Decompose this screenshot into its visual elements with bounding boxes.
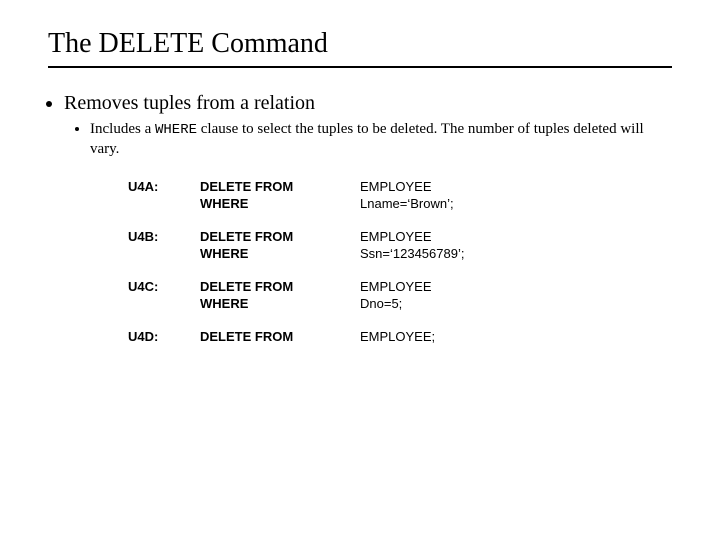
sql-argument: Lname=‘Brown’; [360, 196, 672, 211]
sql-argument: EMPLOYEE [360, 179, 672, 194]
sub-bullet-item: Includes a WHERE clause to select the tu… [90, 120, 672, 159]
sql-argument: Dno=5; [360, 296, 672, 311]
sql-example: U4D:DELETE FROMEMPLOYEE; [128, 329, 672, 344]
bullet-item: Removes tuples from a relation Includes … [64, 90, 672, 159]
example-label: U4C: [128, 279, 200, 294]
sql-keyword: DELETE FROM [200, 279, 360, 294]
slide: The DELETE Command Removes tuples from a… [0, 0, 720, 540]
sub-text-pre: Includes a [90, 121, 155, 137]
sql-keyword: WHERE [200, 196, 360, 211]
slide-title: The DELETE Command [48, 28, 672, 60]
sql-example: U4B:DELETE FROMEMPLOYEEWHERESsn=‘1234567… [128, 229, 672, 261]
sql-keyword: DELETE FROM [200, 229, 360, 244]
sql-example: U4C:DELETE FROMEMPLOYEEWHEREDno=5; [128, 279, 672, 311]
example-label [128, 246, 200, 261]
sql-argument: EMPLOYEE; [360, 329, 672, 344]
example-label [128, 296, 200, 311]
sql-keyword: DELETE FROM [200, 329, 360, 344]
sql-keyword: DELETE FROM [200, 179, 360, 194]
sql-keyword: WHERE [200, 246, 360, 261]
example-label: U4B: [128, 229, 200, 244]
sql-keyword: WHERE [200, 296, 360, 311]
sql-argument: Ssn=‘123456789’; [360, 246, 672, 261]
bullet-list: Removes tuples from a relation Includes … [48, 90, 672, 159]
where-keyword: WHERE [155, 122, 197, 138]
example-label: U4A: [128, 179, 200, 194]
title-underline [48, 66, 672, 68]
sql-examples: U4A:DELETE FROMEMPLOYEEWHERELname=‘Brown… [128, 179, 672, 344]
sub-bullet-list: Includes a WHERE clause to select the tu… [64, 120, 672, 159]
example-label: U4D: [128, 329, 200, 344]
example-label [128, 196, 200, 211]
sql-argument: EMPLOYEE [360, 229, 672, 244]
bullet-text: Removes tuples from a relation [64, 92, 315, 114]
sql-example: U4A:DELETE FROMEMPLOYEEWHERELname=‘Brown… [128, 179, 672, 211]
sql-argument: EMPLOYEE [360, 279, 672, 294]
